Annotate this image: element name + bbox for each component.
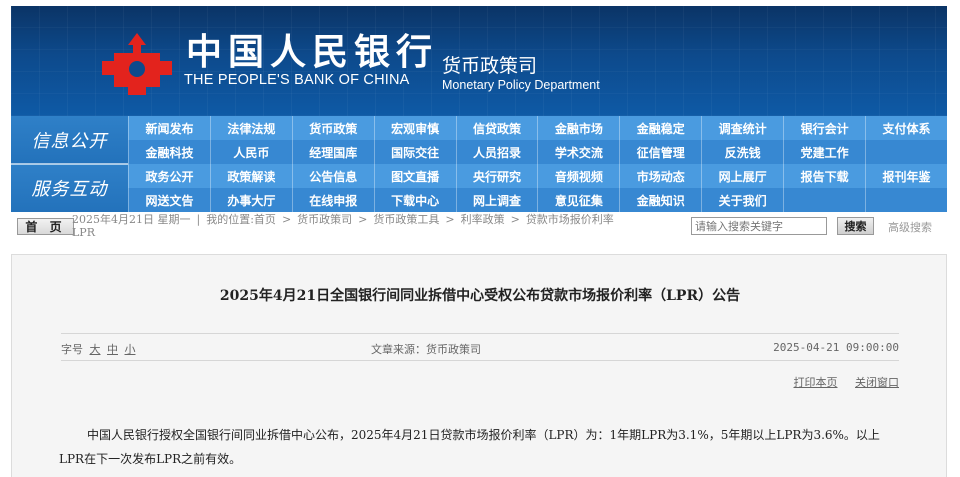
- nav-row-1: 新闻发布 法律法规 货币政策 宏观审慎 信贷政策 金融市场 金融稳定 调查统计 …: [128, 116, 947, 140]
- nav-item[interactable]: 法律法规: [209, 116, 292, 140]
- nav-item[interactable]: 国际交往: [373, 140, 456, 164]
- nav-item[interactable]: 经理国库: [291, 140, 374, 164]
- nav-block-service[interactable]: 服务互动: [11, 164, 128, 212]
- font-size-small[interactable]: 小: [125, 343, 136, 356]
- nav-item[interactable]: 人民币: [209, 140, 292, 164]
- nav-item[interactable]: 信贷政策: [455, 116, 538, 140]
- nav-item: [865, 188, 947, 212]
- breadcrumb: 2025年4月21日 星期一 | 我的位置:首页 > 货币政策司 > 货币政策工具 > 利率政策…: [72, 213, 692, 239]
- breadcrumb-separator: >: [510, 213, 520, 226]
- nav-item[interactable]: 下载中心: [373, 188, 456, 212]
- nav-item[interactable]: 市场动态: [619, 164, 702, 188]
- advanced-search-link[interactable]: 高级搜索: [888, 219, 932, 235]
- nav-item[interactable]: 宏观审慎: [373, 116, 456, 140]
- nav-item[interactable]: 金融市场: [537, 116, 620, 140]
- nav-item: [865, 140, 947, 164]
- nav-item[interactable]: 央行研究: [455, 164, 538, 188]
- nav-item[interactable]: 银行会计: [783, 116, 866, 140]
- nav-item[interactable]: 意见征集: [537, 188, 620, 212]
- breadcrumb-separator: >: [445, 213, 455, 226]
- location-label[interactable]: 我的位置:首页: [206, 213, 276, 226]
- breadcrumb-separator: |: [196, 213, 201, 226]
- nav-item[interactable]: 网上展厅: [701, 164, 784, 188]
- nav-item[interactable]: 网送文告: [128, 188, 210, 212]
- breadcrumb-separator: >: [281, 213, 292, 226]
- font-size-large[interactable]: 大: [90, 343, 101, 356]
- article-source: 文章来源：货币政策司: [371, 343, 481, 356]
- nav-item[interactable]: 金融知识: [619, 188, 702, 212]
- nav-item[interactable]: 报告下载: [783, 164, 866, 188]
- nav-item[interactable]: 学术交流: [537, 140, 620, 164]
- article-title: 2025年4月21日全国银行间同业拆借中心受权公布贷款市场报价利率（LPR）公告: [219, 288, 741, 304]
- nav-item: [783, 188, 866, 212]
- nav-item[interactable]: 金融科技: [128, 140, 210, 164]
- nav-item[interactable]: 政务公开: [128, 164, 210, 188]
- nav-item[interactable]: 支付体系: [865, 116, 947, 140]
- nav-item[interactable]: 音频视频: [537, 164, 620, 188]
- nav-item[interactable]: 金融稳定: [619, 116, 702, 140]
- dept-en-name: Monetary Policy Department: [442, 78, 600, 92]
- nav-item[interactable]: 报刊年鉴: [865, 164, 947, 188]
- nav-row-2: 金融科技 人民币 经理国库 国际交往 人员招录 学术交流 征信管理 反洗钱 党建…: [128, 140, 947, 164]
- current-date: 2025年4月21日 星期一: [72, 213, 191, 226]
- nav-item[interactable]: 调查统计: [701, 116, 784, 140]
- nav-item[interactable]: 政策解读: [209, 164, 292, 188]
- nav-item[interactable]: 图文直播: [373, 164, 456, 188]
- nav-item[interactable]: 在线申报: [291, 188, 374, 212]
- pboc-logo-icon: [102, 33, 172, 95]
- breadcrumb-item[interactable]: 货币政策工具: [373, 213, 439, 226]
- article-tools: 打印本页 关闭窗口: [780, 374, 900, 390]
- article-meta: 字号 大 中 小 文章来源：货币政策司 2025-04-21 09:00:00: [61, 333, 899, 361]
- search-button[interactable]: 搜索: [837, 217, 874, 235]
- nav-row-3: 政务公开 政策解读 公告信息 图文直播 央行研究 音频视频 市场动态 网上展厅 …: [128, 164, 947, 188]
- nav-item[interactable]: 关于我们: [701, 188, 784, 212]
- nav-item[interactable]: 货币政策: [291, 116, 374, 140]
- font-size-label: 字号: [61, 343, 83, 356]
- breadcrumb-item[interactable]: 贷款市场报价利率: [526, 213, 614, 226]
- nav-block-info[interactable]: 信息公开: [11, 116, 128, 164]
- main-nav: 信息公开 服务互动 新闻发布 法律法规 货币政策 宏观审慎 信贷政策 金融市场 …: [11, 116, 947, 212]
- article-body: 中国人民银行授权全国银行间同业拆借中心公布，2025年4月21日贷款市场报价利率…: [59, 428, 880, 466]
- bank-cn-name: 中国人民银行: [186, 31, 439, 73]
- nav-item[interactable]: 办事大厅: [209, 188, 292, 212]
- search-input[interactable]: [691, 217, 827, 235]
- header-banner: 中国人民银行 THE PEOPLE'S BANK OF CHINA 货币政策司 …: [11, 6, 947, 116]
- article-date: 2025-04-21 09:00:00: [773, 341, 899, 354]
- nav-item[interactable]: 人员招录: [455, 140, 538, 164]
- bank-en-name: THE PEOPLE'S BANK OF CHINA: [184, 72, 410, 88]
- nav-item[interactable]: 反洗钱: [701, 140, 784, 164]
- font-size-control: 字号 大 中 小: [61, 341, 136, 357]
- home-button[interactable]: 首 页: [17, 218, 74, 235]
- article-panel: 2025年4月21日全国银行间同业拆借中心受权公布贷款市场报价利率（LPR）公告…: [11, 254, 947, 477]
- breadcrumb-item[interactable]: 利率政策: [461, 213, 505, 226]
- print-link[interactable]: 打印本页: [794, 376, 838, 389]
- breadcrumb-bar: 首 页 2025年4月21日 星期一 | 我的位置:首页 > 货币政策司 > 货币政策工具 >…: [11, 212, 947, 240]
- nav-item[interactable]: 公告信息: [291, 164, 374, 188]
- nav-item[interactable]: 新闻发布: [128, 116, 210, 140]
- nav-item[interactable]: 党建工作: [783, 140, 866, 164]
- breadcrumb-item-tail[interactable]: LPR: [72, 226, 95, 239]
- breadcrumb-separator: >: [358, 213, 368, 226]
- nav-row-4: 网送文告 办事大厅 在线申报 下载中心 网上调查 意见征集 金融知识 关于我们: [128, 188, 947, 212]
- dept-cn-name: 货币政策司: [442, 55, 538, 77]
- nav-item[interactable]: 网上调查: [455, 188, 538, 212]
- font-size-medium[interactable]: 中: [107, 343, 118, 356]
- breadcrumb-item[interactable]: 货币政策司: [297, 213, 352, 226]
- nav-item[interactable]: 征信管理: [619, 140, 702, 164]
- close-window-link[interactable]: 关闭窗口: [855, 376, 899, 389]
